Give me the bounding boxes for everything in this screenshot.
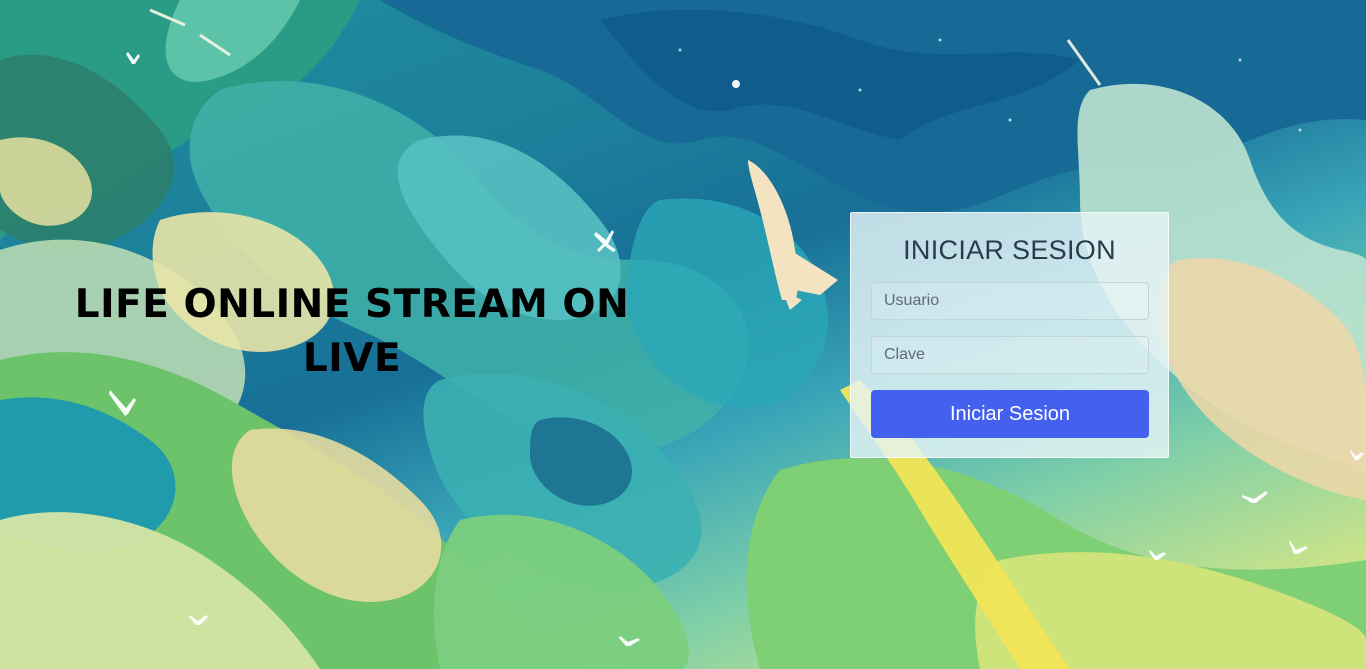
headline-line-2: LIVE <box>302 336 402 381</box>
username-input[interactable] <box>871 282 1149 320</box>
login-button[interactable]: Iniciar Sesion <box>871 390 1149 438</box>
login-title: INICIAR SESION <box>903 235 1116 265</box>
password-input[interactable] <box>871 336 1149 374</box>
login-panel: INICIAR SESION Iniciar Sesion <box>850 212 1169 458</box>
headline-line-1: LIFE ONLINE STREAM ON <box>74 282 630 327</box>
headline: LIFE ONLINE STREAM ON LIVE <box>60 278 644 386</box>
